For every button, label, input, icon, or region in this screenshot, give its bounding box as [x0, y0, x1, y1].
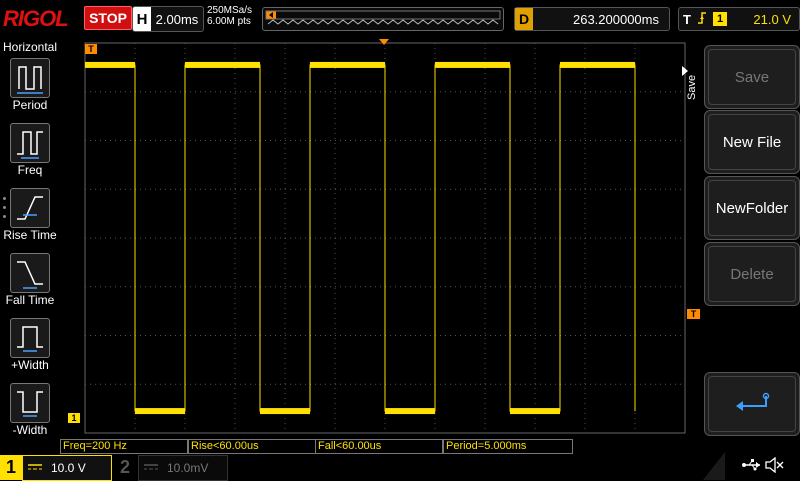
fall-time-icon [10, 253, 50, 293]
run-stop-indicator[interactable]: STOP [84, 6, 132, 30]
ch1-ground-marker[interactable]: 1 [68, 413, 80, 423]
dc-coupling-icon [23, 462, 47, 475]
horizontal-label: H [133, 7, 151, 31]
measure-freq-button[interactable]: Freq [0, 123, 60, 177]
softkey-save-label: Save [708, 49, 796, 105]
trigger-label: T [683, 11, 691, 27]
menu-title: Save [686, 74, 698, 100]
softkey-new-folder-label: NewFolder [708, 180, 796, 236]
ch1-high-level [85, 61, 135, 68]
ch1-high-level [310, 61, 385, 68]
pos-width-icon [10, 318, 50, 358]
rise-time-icon [10, 188, 50, 228]
sample-rate: 250MSa/s [207, 5, 253, 16]
delay-value: 263.200000ms [572, 11, 659, 27]
ch1-low-level [385, 408, 435, 415]
ch1-scale: 10.0 V [51, 461, 86, 475]
measure-neg-width-button[interactable]: -Width [0, 383, 60, 437]
trigger-position-marker[interactable] [378, 38, 390, 46]
horizontal-timebase[interactable]: H 2.00ms [132, 6, 204, 32]
ch1-indicator[interactable]: 1 [0, 455, 22, 480]
memory-timeline[interactable] [262, 7, 504, 31]
delay-label: D [515, 8, 533, 30]
measure-result-fall[interactable]: Fall<60.00us [315, 439, 443, 454]
usb-icon [742, 458, 762, 477]
measure-pos-width-button[interactable]: +Width [0, 318, 60, 372]
ch2-coupling-icon [139, 462, 163, 475]
rigol-logo: RIGOL [3, 6, 69, 31]
measure-panel-title: Horizontal [2, 40, 58, 54]
softkey-return[interactable] [704, 372, 800, 436]
period-icon [10, 58, 50, 98]
period-label: Period [12, 98, 48, 112]
acquisition-info: 250MSa/s 6.00M pts [207, 5, 252, 27]
softkey-delete[interactable]: Delete [704, 242, 800, 306]
trigger-level-marker[interactable]: T [687, 309, 700, 319]
ch1-low-level [510, 408, 560, 415]
measure-result-freq[interactable]: Freq=200 Hz [60, 439, 188, 454]
ch1-low-level [260, 408, 310, 415]
rising-edge-icon [695, 11, 709, 28]
fall-time-label: Fall Time [5, 293, 55, 307]
freq-label: Freq [17, 163, 43, 177]
ch2-scale: 10.0mV [167, 461, 209, 475]
measure-result-rise[interactable]: Rise<60.00us [188, 439, 316, 454]
measure-fall-time-button[interactable]: Fall Time [0, 253, 60, 307]
trigger-time-marker[interactable]: T [85, 44, 97, 54]
trigger-status[interactable]: T 1 21.0 V [678, 7, 800, 31]
softkey-new-folder[interactable]: NewFolder [704, 176, 800, 240]
ch2-settings[interactable]: 10.0mV [138, 455, 228, 481]
memory-depth: 6.00M pts [207, 16, 251, 27]
corner-decoration [703, 452, 725, 480]
trigger-level: 21.0 V [753, 11, 791, 27]
softkey-new-file[interactable]: New File [704, 110, 800, 174]
freq-icon [10, 123, 50, 163]
horizontal-delay[interactable]: D 263.200000ms [514, 7, 670, 31]
ch2-indicator[interactable]: 2 [114, 455, 136, 480]
trigger-source: 1 [713, 12, 727, 26]
measure-period-button[interactable]: Period [0, 58, 60, 112]
softkey-save[interactable]: Save [704, 45, 800, 109]
neg-width-icon [10, 383, 50, 423]
pos-width-label: +Width [11, 358, 49, 372]
timebase-value: 2.00ms [155, 11, 199, 27]
ch1-settings[interactable]: 10.0 V [22, 455, 112, 481]
rise-time-label: Rise Time [3, 228, 57, 242]
ch1-low-level [135, 408, 185, 415]
return-arrow-icon [708, 376, 796, 432]
softkey-delete-label: Delete [708, 246, 796, 302]
ch1-high-level [560, 61, 635, 68]
measure-result-period[interactable]: Period=5.000ms [443, 439, 573, 454]
ch1-high-level [435, 61, 510, 68]
measure-rise-time-button[interactable]: Rise Time [0, 188, 60, 242]
neg-width-label: -Width [12, 423, 48, 437]
mute-icon[interactable] [764, 456, 784, 478]
waveform-display[interactable] [60, 38, 700, 438]
ch1-high-level [185, 61, 260, 68]
memory-timeline-graphic [265, 10, 501, 25]
softkey-new-file-label: New File [708, 114, 796, 170]
